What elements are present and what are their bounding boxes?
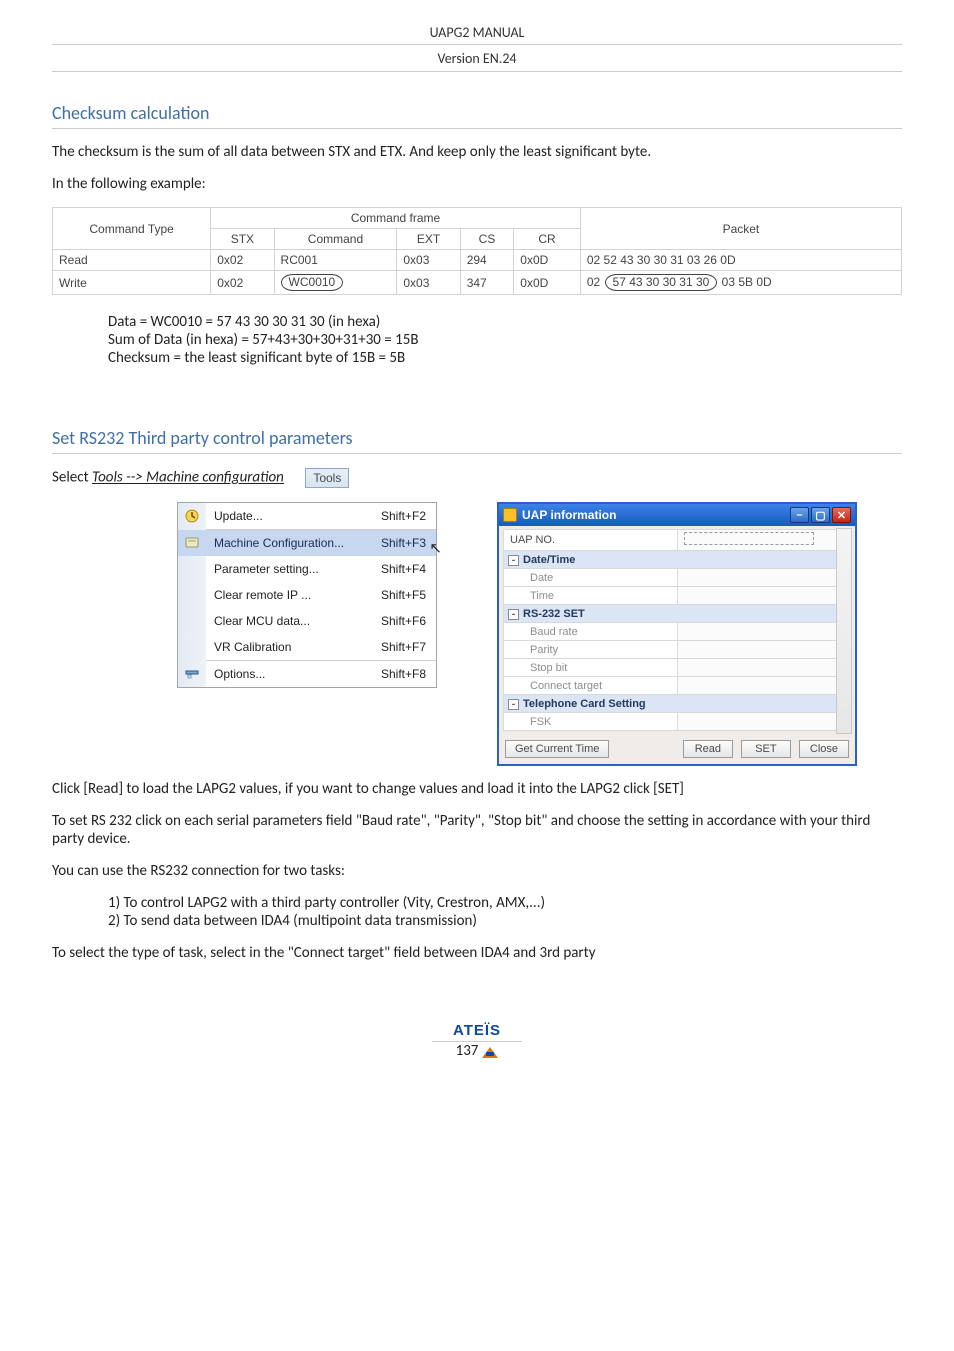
cursor-icon: ↖ — [429, 539, 442, 557]
minimize-button[interactable]: – — [790, 507, 809, 523]
read-button[interactable]: Read — [683, 740, 733, 758]
property-grid: UAP NO. -Date/Time Date Time -RS-232 SET… — [503, 529, 851, 731]
maximize-button[interactable]: ▢ — [811, 507, 830, 523]
manual-version: Version EN.24 — [52, 45, 902, 72]
machine-config-icon — [178, 535, 206, 551]
logo-triangle-icon — [482, 1047, 498, 1058]
collapse-icon[interactable]: - — [508, 609, 519, 620]
document-header: UAPG2 MANUAL Version EN.24 — [52, 18, 902, 72]
menu-item-clear-mcu[interactable]: Clear MCU data... Shift+F6 — [178, 608, 436, 634]
table-row: Write 0x02 WC0010 0x03 347 0x0D 02 57 43… — [53, 271, 902, 295]
prop-row[interactable]: Connect target — [504, 677, 851, 695]
command-table: Command Type Command frame Packet STX Co… — [52, 207, 902, 295]
menu-item-update[interactable]: Update... Shift+F2 — [178, 503, 436, 529]
section-heading-checksum: Checksum calculation — [52, 102, 902, 129]
options-icon — [178, 666, 206, 682]
circled-wc0010: WC0010 — [281, 274, 344, 291]
p-set-rs232: To set RS 232 click on each serial param… — [52, 812, 902, 848]
prop-row[interactable]: FSK — [504, 713, 851, 731]
table-row: Read 0x02 RC001 0x03 294 0x0D 02 52 43 3… — [53, 250, 902, 271]
prop-row[interactable]: Time — [504, 587, 851, 605]
prop-row[interactable]: Parity — [504, 641, 851, 659]
app-icon — [503, 508, 517, 522]
page-footer: ATEÏS 137 — [52, 1022, 902, 1060]
close-window-button[interactable]: Close — [799, 740, 849, 758]
select-tools-line: Select Tools --> Machine configuration T… — [52, 468, 902, 488]
update-icon — [178, 508, 206, 524]
tools-dropdown-menu: Update... Shift+F2 Machine Configuration… — [177, 502, 437, 688]
prop-row[interactable]: Date — [504, 569, 851, 587]
col-cs: CS — [460, 229, 514, 250]
col-command-frame: Command frame — [211, 208, 581, 229]
window-titlebar[interactable]: UAP information – ▢ ✕ — [499, 504, 855, 526]
prop-group-datetime[interactable]: -Date/Time — [504, 551, 851, 569]
p-click-read: Click [Read] to load the LAPG2 values, i… — [52, 780, 902, 798]
section-heading-rs232: Set RS232 Third party control parameters — [52, 427, 902, 454]
p-two-tasks: You can use the RS232 connection for two… — [52, 862, 902, 880]
menu-item-param-setting[interactable]: Parameter setting... Shift+F4 — [178, 556, 436, 582]
col-cr: CR — [514, 229, 581, 250]
checksum-calculation-steps: Data = WC0010 = 57 43 30 30 31 30 (in he… — [108, 313, 902, 367]
col-packet: Packet — [580, 208, 901, 250]
close-button[interactable]: ✕ — [832, 507, 851, 523]
menu-item-options[interactable]: Options... Shift+F8 — [178, 661, 436, 687]
collapse-icon[interactable]: - — [508, 699, 519, 710]
checksum-example: In the following example: — [52, 175, 902, 193]
prop-row[interactable]: Stop bit — [504, 659, 851, 677]
menu-item-vr-calibration[interactable]: VR Calibration Shift+F7 — [178, 634, 436, 660]
menu-item-machine-config[interactable]: Machine Configuration... Shift+F3 — [178, 530, 436, 556]
manual-title: UAPG2 MANUAL — [52, 18, 902, 45]
ateis-logo: ATEÏS — [52, 1022, 902, 1039]
set-button[interactable]: SET — [741, 740, 791, 758]
p-select-type: To select the type of task, select in th… — [52, 944, 902, 962]
collapse-icon[interactable]: - — [508, 555, 519, 566]
circled-packet-bytes: 57 43 30 30 31 30 — [605, 274, 718, 291]
prop-group-telephone[interactable]: -Telephone Card Setting — [504, 695, 851, 713]
uapno-value[interactable] — [684, 532, 814, 545]
col-stx: STX — [211, 229, 274, 250]
checksum-intro: The checksum is the sum of all data betw… — [52, 143, 902, 161]
col-command: Command — [274, 229, 397, 250]
menu-item-clear-remote-ip[interactable]: Clear remote IP ... Shift+F5 — [178, 582, 436, 608]
col-ext: EXT — [397, 229, 460, 250]
uap-information-window: UAP information – ▢ ✕ UAP NO. -Date/Time — [497, 502, 857, 766]
prop-row[interactable]: Baud rate — [504, 623, 851, 641]
get-current-time-button[interactable]: Get Current Time — [505, 740, 609, 758]
prop-row-uapno[interactable]: UAP NO. — [504, 530, 851, 551]
prop-group-rs232[interactable]: -RS-232 SET — [504, 605, 851, 623]
task-list: 1) To control LAPG2 with a third party c… — [108, 894, 902, 930]
col-command-type: Command Type — [53, 208, 211, 250]
scrollbar[interactable] — [836, 528, 852, 734]
tools-button[interactable]: Tools — [305, 468, 349, 488]
page-number: 137 — [456, 1042, 479, 1060]
